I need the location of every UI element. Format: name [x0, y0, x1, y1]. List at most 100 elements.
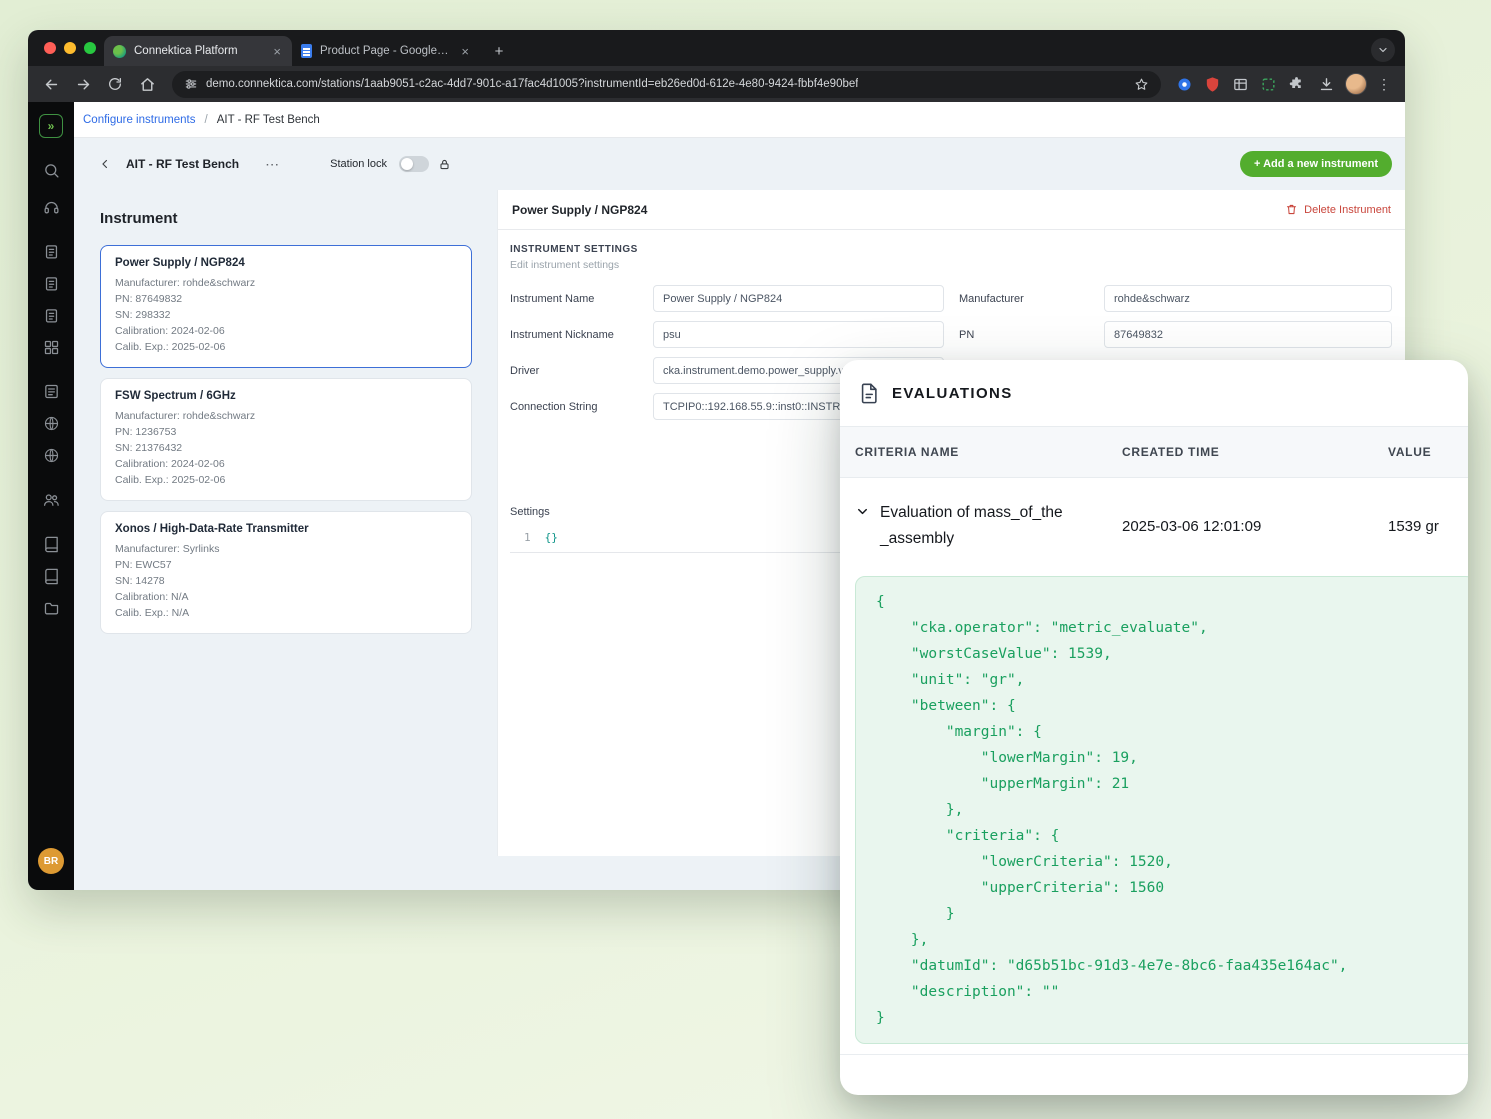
- settings-code-editor[interactable]: 1 {}: [510, 527, 840, 553]
- instrument-card-power-supply[interactable]: Power Supply / NGP824 Manufacturer: rohd…: [100, 245, 472, 368]
- card-line: PN: EWC57: [115, 557, 457, 573]
- apps-grid-icon[interactable]: [43, 339, 60, 356]
- library-book-icon[interactable]: [43, 568, 60, 585]
- evaluations-footer: [840, 1054, 1468, 1092]
- delete-instrument-button[interactable]: Delete Instrument: [1285, 203, 1391, 216]
- back-button[interactable]: [38, 71, 64, 97]
- evaluations-panel: EVALUATIONS CRITERIA NAME CREATED TIME V…: [840, 360, 1468, 1095]
- extension-shield-icon[interactable]: [1201, 73, 1223, 95]
- card-line: Manufacturer: rohde&schwarz: [115, 275, 457, 291]
- breadcrumb: Configure instruments / AIT - RF Test Be…: [74, 102, 1405, 138]
- detail-title: Power Supply / NGP824: [512, 203, 647, 217]
- field-label: Connection String: [510, 401, 653, 413]
- extension-blue-icon[interactable]: [1173, 73, 1195, 95]
- globe-alt-icon[interactable]: [43, 447, 60, 464]
- card-line: Calib. Exp.: 2025-02-06: [115, 472, 457, 488]
- new-tab-button[interactable]: +: [486, 38, 512, 64]
- globe-icon[interactable]: [43, 415, 60, 432]
- section-title: INSTRUMENT SETTINGS: [510, 244, 1392, 255]
- extension-green-frame-icon[interactable]: [1257, 73, 1279, 95]
- card-line: Calibration: 2024-02-06: [115, 456, 457, 472]
- back-chevron-button[interactable]: [98, 157, 112, 171]
- profile-avatar[interactable]: [1345, 73, 1367, 95]
- extension-table-icon[interactable]: [1229, 73, 1251, 95]
- card-line: Calib. Exp.: 2025-02-06: [115, 339, 457, 355]
- card-line: Calib. Exp.: N/A: [115, 605, 457, 621]
- tab-connektica[interactable]: Connektica Platform ×: [104, 36, 292, 66]
- breadcrumb-separator: /: [205, 114, 208, 126]
- close-window-button[interactable]: [44, 42, 56, 54]
- home-button[interactable]: [134, 71, 160, 97]
- clipboard-icon[interactable]: [43, 275, 60, 292]
- browser-toolbar: demo.connektica.com/stations/1aab9051-c2…: [28, 66, 1405, 102]
- browser-menu-button[interactable]: ⋮: [1373, 76, 1395, 93]
- card-line: SN: 14278: [115, 573, 457, 589]
- station-title: AIT - RF Test Bench: [126, 157, 239, 171]
- users-icon[interactable]: [42, 491, 60, 509]
- station-lock-label: Station lock: [330, 158, 387, 170]
- tab-google-docs[interactable]: Product Page - Google Docs ×: [292, 36, 480, 66]
- evaluation-json-code: { "cka.operator": "metric_evaluate", "wo…: [855, 576, 1468, 1044]
- clipboard-check-icon[interactable]: [43, 307, 60, 324]
- field-label: Manufacturer: [944, 293, 1104, 305]
- close-tab-icon[interactable]: ×: [459, 44, 471, 59]
- manufacturer-field[interactable]: [1104, 285, 1392, 312]
- card-line: Calibration: N/A: [115, 589, 457, 605]
- connektica-favicon-icon: [113, 45, 126, 58]
- url-text: demo.connektica.com/stations/1aab9051-c2…: [206, 78, 858, 90]
- card-line: PN: 1236753: [115, 424, 457, 440]
- user-avatar[interactable]: BR: [38, 848, 64, 874]
- evaluation-row[interactable]: Evaluation of mass_of_the _assembly 2025…: [840, 478, 1468, 574]
- station-more-button[interactable]: ⋯: [265, 156, 280, 173]
- search-icon[interactable]: [43, 162, 60, 179]
- field-label: PN: [944, 329, 1104, 341]
- instrument-nickname-field[interactable]: [653, 321, 944, 348]
- breadcrumb-link-configure-instruments[interactable]: Configure instruments: [83, 114, 196, 126]
- reload-button[interactable]: [102, 71, 128, 97]
- instrument-list-panel: Instrument Power Supply / NGP824 Manufac…: [74, 190, 497, 890]
- bookmark-star-icon[interactable]: [1134, 77, 1149, 92]
- card-line: SN: 298332: [115, 307, 457, 323]
- delete-instrument-label: Delete Instrument: [1304, 204, 1391, 216]
- collapse-row-icon[interactable]: [855, 504, 870, 519]
- folder-icon[interactable]: [43, 600, 60, 617]
- minimize-window-button[interactable]: [64, 42, 76, 54]
- close-tab-icon[interactable]: ×: [271, 44, 283, 59]
- sequence-list-icon[interactable]: [43, 383, 60, 400]
- expand-sidebar-button[interactable]: »: [39, 114, 63, 138]
- download-button[interactable]: [1313, 71, 1339, 97]
- evaluation-value: 1539 gr: [1388, 518, 1468, 535]
- docs-book-icon[interactable]: [43, 536, 60, 553]
- evaluation-name: Evaluation of mass_of_the _assembly: [880, 500, 1063, 552]
- card-line: Manufacturer: rohde&schwarz: [115, 408, 457, 424]
- card-title: Xonos / High-Data-Rate Transmitter: [115, 523, 457, 535]
- tab-search-button[interactable]: [1371, 38, 1395, 62]
- card-line: Calibration: 2024-02-06: [115, 323, 457, 339]
- test-plan-icon[interactable]: [43, 243, 60, 260]
- chevron-down-icon: [1377, 44, 1389, 56]
- instrument-name-field[interactable]: [653, 285, 944, 312]
- instrument-list-heading: Instrument: [100, 210, 473, 227]
- pn-field[interactable]: [1104, 321, 1392, 348]
- station-lock-toggle[interactable]: [399, 156, 429, 172]
- instrument-card-fsw-spectrum[interactable]: FSW Spectrum / 6GHz Manufacturer: rohde&…: [100, 378, 472, 501]
- add-instrument-button[interactable]: + Add a new instrument: [1240, 151, 1392, 177]
- instrument-card-xonos[interactable]: Xonos / High-Data-Rate Transmitter Manuf…: [100, 511, 472, 634]
- zoom-window-button[interactable]: [84, 42, 96, 54]
- document-icon: [858, 382, 880, 404]
- card-line: PN: 87649832: [115, 291, 457, 307]
- google-docs-favicon-icon: [301, 44, 312, 58]
- evaluations-table-header: CRITERIA NAME CREATED TIME VALUE: [840, 426, 1468, 478]
- site-settings-icon: [184, 77, 198, 91]
- card-line: SN: 21376432: [115, 440, 457, 456]
- extensions-puzzle-icon[interactable]: [1285, 73, 1307, 95]
- address-bar[interactable]: demo.connektica.com/stations/1aab9051-c2…: [172, 71, 1161, 98]
- app-sidebar: » BR: [28, 102, 74, 890]
- breadcrumb-current: AIT - RF Test Bench: [217, 114, 320, 126]
- forward-button[interactable]: [70, 71, 96, 97]
- field-label: Instrument Nickname: [510, 329, 653, 341]
- support-headset-icon[interactable]: [43, 199, 60, 216]
- column-header: CRITERIA NAME: [855, 445, 1122, 459]
- editor-line-number: 1: [524, 531, 531, 544]
- lock-icon: [438, 158, 451, 171]
